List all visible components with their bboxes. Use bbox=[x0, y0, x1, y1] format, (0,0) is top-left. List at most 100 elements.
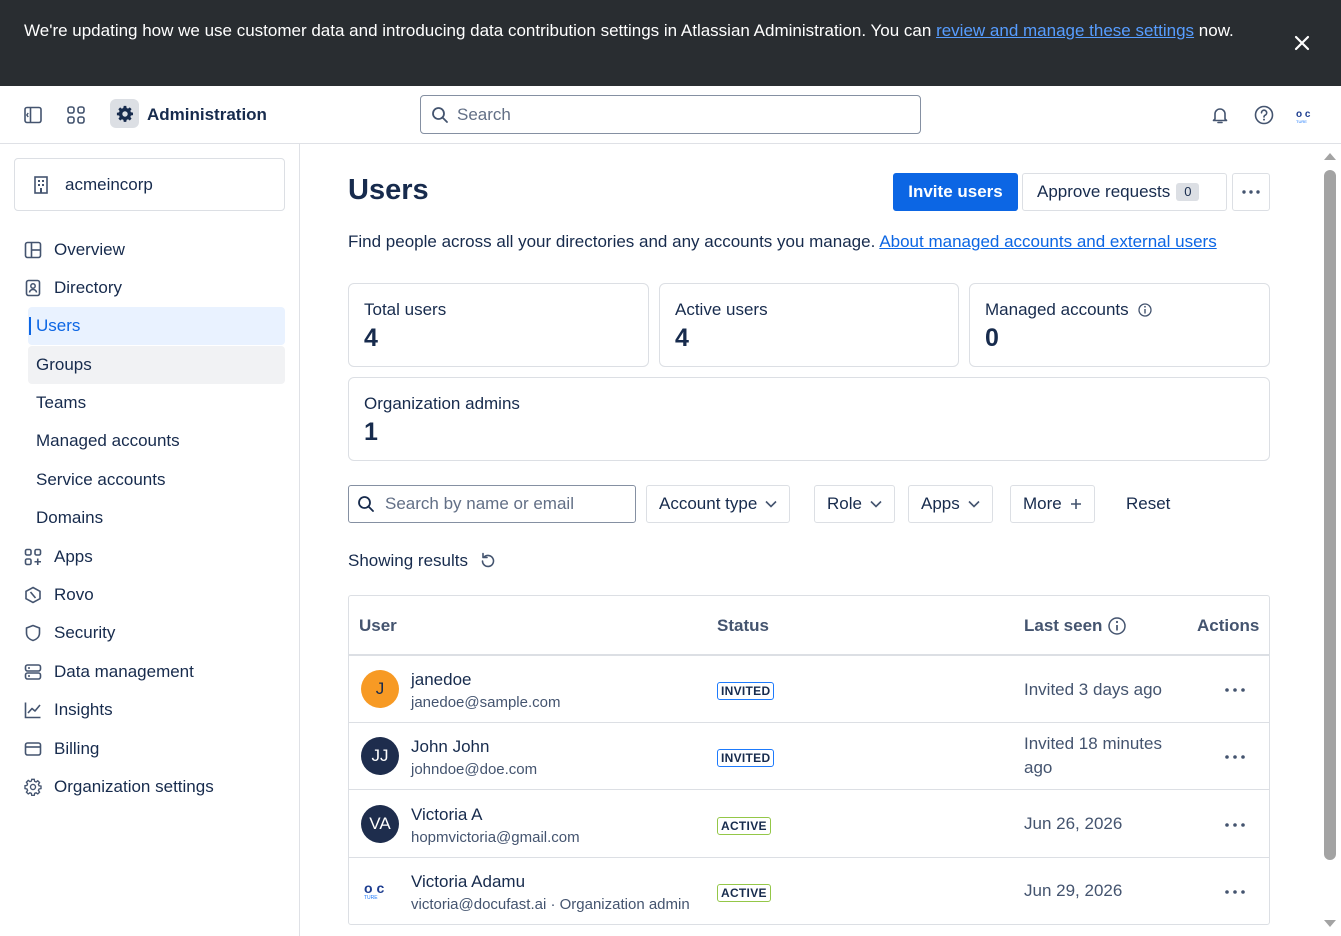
building-icon bbox=[34, 175, 48, 194]
admin-gear-icon[interactable] bbox=[110, 99, 139, 128]
table-row[interactable]: JJ John John johndoe@doe.com INVITED Inv… bbox=[349, 723, 1269, 790]
row-actions-button[interactable] bbox=[1219, 745, 1251, 769]
reset-filters-button[interactable]: Reset bbox=[1126, 494, 1170, 514]
status-badge: INVITED bbox=[717, 682, 775, 700]
sidebar-item-insights[interactable]: Insights bbox=[14, 691, 285, 729]
sidebar-item-teams[interactable]: Teams bbox=[28, 384, 285, 422]
sidebar-item-users[interactable]: Users bbox=[28, 307, 285, 345]
table-header: User Status Last seen Actions bbox=[349, 596, 1269, 656]
scrollbar-thumb[interactable] bbox=[1324, 170, 1336, 860]
profile-avatar-icon[interactable]: o c TURE bbox=[1293, 102, 1323, 128]
sidebar-item-service-accounts[interactable]: Service accounts bbox=[28, 461, 285, 499]
approve-requests-button[interactable]: Approve requests 0 bbox=[1022, 173, 1227, 211]
chevron-down-icon bbox=[870, 500, 882, 508]
chart-line-icon bbox=[22, 699, 44, 721]
sidebar-item-billing[interactable]: Billing bbox=[14, 730, 285, 768]
user-email: victoria@docufast.ai · Organization admi… bbox=[411, 896, 690, 913]
header-last-seen[interactable]: Last seen bbox=[1024, 616, 1127, 636]
table-row[interactable]: o c TURE Victoria Adamu victoria@docufast… bbox=[349, 858, 1269, 924]
row-actions-button[interactable] bbox=[1219, 813, 1251, 837]
sidebar: acmeincorp Overview Directory Users Grou… bbox=[0, 144, 300, 936]
scroll-down-icon[interactable] bbox=[1322, 918, 1338, 930]
avatar[interactable]: J bbox=[361, 670, 399, 708]
apps-filter[interactable]: Apps bbox=[908, 485, 993, 523]
svg-text:TURE: TURE bbox=[1296, 119, 1307, 124]
more-horizontal-icon bbox=[1242, 190, 1260, 194]
sidebar-item-security[interactable]: Security bbox=[14, 614, 285, 652]
status-badge: INVITED bbox=[717, 749, 775, 767]
banner-link[interactable]: review and manage these settings bbox=[936, 21, 1194, 40]
svg-text:TURE: TURE bbox=[364, 895, 378, 901]
status-badge: ACTIVE bbox=[717, 817, 771, 835]
announcement-banner: We're updating how we use customer data … bbox=[0, 0, 1341, 86]
sidebar-item-overview[interactable]: Overview bbox=[14, 231, 285, 269]
plus-icon bbox=[1070, 499, 1081, 509]
stat-managed-accounts: Managed accounts 0 bbox=[969, 283, 1270, 367]
top-navigation: Administration o cTURE bbox=[0, 86, 1341, 144]
info-icon[interactable] bbox=[1107, 616, 1127, 636]
user-search-input[interactable] bbox=[385, 494, 625, 514]
avatar[interactable]: JJ bbox=[361, 737, 399, 775]
user-name[interactable]: janedoe bbox=[411, 670, 472, 690]
refresh-icon[interactable] bbox=[478, 551, 498, 571]
close-icon[interactable] bbox=[1291, 32, 1313, 54]
sidebar-item-apps[interactable]: Apps bbox=[14, 538, 285, 576]
table-row[interactable]: VA Victoria A hopmvictoria@gmail.com ACT… bbox=[349, 791, 1269, 858]
sidebar-item-domains[interactable]: Domains bbox=[28, 499, 285, 537]
scroll-up-icon[interactable] bbox=[1322, 150, 1338, 162]
last-seen: Jun 29, 2026 bbox=[1024, 881, 1123, 900]
database-icon bbox=[22, 661, 44, 683]
role-filter[interactable]: Role bbox=[814, 485, 895, 523]
sidebar-toggle-icon[interactable] bbox=[20, 102, 46, 128]
info-icon[interactable] bbox=[1137, 302, 1153, 318]
header-status[interactable]: Status bbox=[717, 616, 769, 636]
overview-icon bbox=[22, 239, 44, 261]
row-actions-button[interactable] bbox=[1219, 678, 1251, 702]
user-search-field[interactable] bbox=[348, 485, 636, 523]
sidebar-item-data-management[interactable]: Data management bbox=[14, 653, 285, 691]
sidebar-item-groups[interactable]: Groups bbox=[28, 346, 285, 384]
page-scrollbar[interactable] bbox=[1321, 144, 1341, 936]
banner-text: We're updating how we use customer data … bbox=[24, 21, 1234, 40]
stat-organization-admins: Organization admins 1 bbox=[348, 377, 1270, 461]
global-search[interactable] bbox=[420, 95, 921, 134]
header-user[interactable]: User bbox=[359, 616, 397, 636]
company-logo-avatar[interactable]: o c TURE bbox=[361, 872, 399, 910]
org-switcher[interactable]: acmeincorp bbox=[14, 158, 285, 211]
more-actions-button[interactable] bbox=[1232, 173, 1270, 211]
more-horizontal-icon bbox=[1225, 688, 1245, 692]
last-seen: Invited 18 minutes ago bbox=[1024, 734, 1162, 777]
sidebar-item-managed-accounts[interactable]: Managed accounts bbox=[28, 422, 285, 460]
user-name[interactable]: Victoria A bbox=[411, 805, 483, 825]
chevron-down-icon bbox=[765, 500, 777, 508]
managed-accounts-link[interactable]: About managed accounts and external user… bbox=[879, 232, 1216, 251]
search-icon bbox=[358, 496, 374, 512]
user-email: johndoe@doe.com bbox=[411, 761, 538, 778]
user-name[interactable]: Victoria Adamu bbox=[411, 872, 525, 892]
user-email: hopmvictoria@gmail.com bbox=[411, 829, 580, 846]
app-title[interactable]: Administration bbox=[147, 105, 267, 125]
last-seen: Jun 26, 2026 bbox=[1024, 814, 1123, 833]
org-name: acmeincorp bbox=[65, 174, 153, 194]
table-row[interactable]: J janedoe janedoe@sample.com INVITED Inv… bbox=[349, 656, 1269, 723]
sidebar-item-directory[interactable]: Directory bbox=[14, 269, 285, 307]
search-input[interactable] bbox=[457, 104, 897, 125]
user-name[interactable]: John John bbox=[411, 737, 489, 757]
avatar[interactable]: VA bbox=[361, 805, 399, 843]
more-filters-button[interactable]: More bbox=[1010, 485, 1095, 523]
help-icon[interactable] bbox=[1251, 102, 1277, 128]
sidebar-item-rovo[interactable]: Rovo bbox=[14, 576, 285, 614]
notification-bell-icon[interactable] bbox=[1207, 102, 1233, 128]
account-type-filter[interactable]: Account type bbox=[646, 485, 791, 523]
rovo-icon bbox=[22, 584, 44, 606]
more-horizontal-icon bbox=[1225, 755, 1245, 759]
page-description: Find people across all your directories … bbox=[348, 232, 1217, 251]
sidebar-item-organization-settings[interactable]: Organization settings bbox=[14, 768, 285, 806]
more-horizontal-icon bbox=[1225, 823, 1245, 827]
invite-users-button[interactable]: Invite users bbox=[893, 173, 1018, 211]
row-actions-button[interactable] bbox=[1219, 880, 1251, 904]
app-switcher-icon[interactable] bbox=[63, 102, 89, 128]
directory-icon bbox=[22, 277, 44, 299]
stat-total-users: Total users 4 bbox=[348, 283, 649, 367]
main-content: Users Invite users Approve requests 0 Fi… bbox=[300, 144, 1321, 936]
